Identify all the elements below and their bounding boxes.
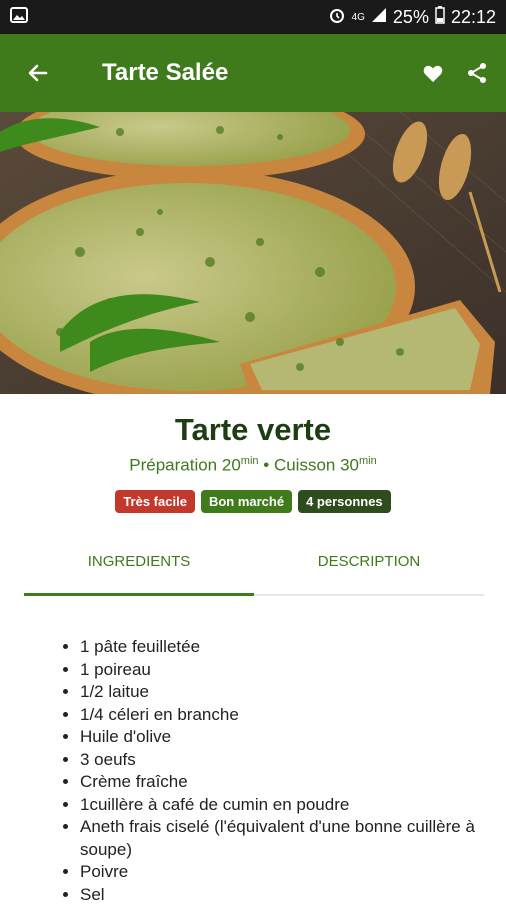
ingredient-item: 3 oeufs bbox=[80, 749, 500, 772]
recipe-badges: Très facile Bon marché 4 personnes bbox=[0, 490, 506, 513]
arrow-left-icon bbox=[26, 61, 50, 85]
recipe-timing: Préparation 20min • Cuisson 30min bbox=[0, 455, 506, 476]
battery-icon bbox=[435, 6, 445, 29]
ingredient-item: Huile d'olive bbox=[80, 726, 500, 749]
back-button[interactable] bbox=[18, 53, 58, 93]
app-bar-title: Tarte Salée bbox=[102, 59, 422, 87]
recipe-photo bbox=[0, 112, 506, 394]
servings-badge: 4 personnes bbox=[298, 490, 391, 513]
share-icon bbox=[466, 62, 488, 84]
ingredient-item: Sel bbox=[80, 884, 500, 906]
prep-time: Préparation 20 bbox=[129, 456, 241, 475]
recipe-tabs: INGREDIENTS DESCRIPTION bbox=[24, 540, 484, 596]
ingredient-item: Aneth frais ciselé (l'équivalent d'une b… bbox=[80, 816, 500, 861]
tab-description[interactable]: DESCRIPTION bbox=[254, 540, 484, 594]
share-button[interactable] bbox=[466, 62, 488, 84]
recipe-title: Tarte verte bbox=[0, 412, 506, 448]
battery-percent: 25% bbox=[393, 7, 429, 28]
timing-separator: • bbox=[263, 456, 269, 475]
status-bar: 4G 25% 22:12 bbox=[0, 0, 506, 34]
ingredient-item: 1 pâte feuilletée bbox=[80, 636, 500, 659]
ingredients-list: 1 pâte feuilletée 1 poireau 1/2 laitue 1… bbox=[48, 636, 500, 906]
network-type-label: 4G bbox=[352, 12, 365, 23]
alarm-icon bbox=[328, 6, 346, 29]
tab-ingredients[interactable]: INGREDIENTS bbox=[24, 540, 254, 594]
cook-time-unit: min bbox=[359, 455, 377, 467]
ingredient-item: Crème fraîche bbox=[80, 771, 500, 794]
gallery-icon bbox=[10, 7, 28, 28]
ingredient-item: 1/4 céleri en branche bbox=[80, 704, 500, 727]
ingredient-item: 1cuillère à café de cumin en poudre bbox=[80, 794, 500, 817]
signal-icon bbox=[371, 7, 387, 28]
ingredient-item: Poivre bbox=[80, 861, 500, 884]
clock: 22:12 bbox=[451, 7, 496, 28]
difficulty-badge: Très facile bbox=[115, 490, 195, 513]
favorite-button[interactable] bbox=[422, 63, 444, 83]
cook-time: Cuisson 30 bbox=[274, 456, 359, 475]
cost-badge: Bon marché bbox=[201, 490, 292, 513]
prep-time-unit: min bbox=[241, 455, 259, 467]
ingredient-item: 1/2 laitue bbox=[80, 681, 500, 704]
app-bar: Tarte Salée bbox=[0, 34, 506, 112]
ingredient-item: 1 poireau bbox=[80, 659, 500, 682]
heart-icon bbox=[422, 63, 444, 83]
